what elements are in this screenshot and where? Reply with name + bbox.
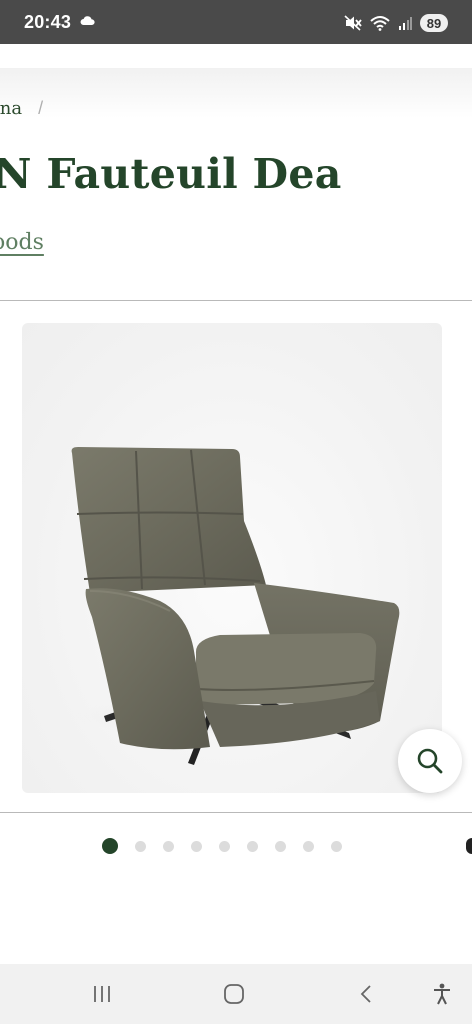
- search-icon: [417, 748, 443, 774]
- brand-link[interactable]: oods: [0, 230, 44, 255]
- product-image-gallery[interactable]: [0, 301, 472, 812]
- pagination-dot[interactable]: [135, 840, 146, 852]
- pagination-dot[interactable]: [331, 840, 342, 852]
- mute-icon: [344, 15, 362, 31]
- pagination-dot[interactable]: [247, 840, 258, 852]
- accessibility-button[interactable]: [427, 980, 457, 1008]
- pagination-dot-active[interactable]: [102, 838, 118, 854]
- breadcrumb-separator: /: [38, 98, 44, 118]
- browser-top-area: [0, 44, 472, 68]
- divider: [0, 812, 472, 813]
- armchair-image: [71, 447, 400, 765]
- recent-apps-button[interactable]: [87, 980, 117, 1008]
- status-time: 20:43: [24, 12, 72, 32]
- wifi-icon: [370, 16, 390, 31]
- back-button[interactable]: [351, 980, 381, 1008]
- product-title: N Fauteuil Dea: [0, 150, 342, 198]
- pagination-dot[interactable]: [219, 840, 230, 852]
- signal-icon: [399, 17, 412, 30]
- home-icon: [224, 984, 244, 1004]
- breadcrumb: ina /: [0, 98, 43, 119]
- breadcrumb-item[interactable]: ina: [0, 98, 22, 119]
- recent-apps-icon: [94, 986, 110, 1002]
- search-button[interactable]: [398, 729, 462, 793]
- cloud-icon: [80, 16, 95, 25]
- header-shadow: [0, 68, 472, 118]
- next-arrow-edge[interactable]: [466, 838, 472, 854]
- pagination-dot[interactable]: [303, 840, 314, 852]
- accessibility-icon: [434, 983, 450, 1005]
- pagination-dot[interactable]: [163, 840, 174, 852]
- status-bar: 20:43 89: [0, 0, 472, 44]
- status-icons: 89: [344, 13, 448, 33]
- pagination-dot[interactable]: [191, 840, 202, 852]
- pagination-dot[interactable]: [275, 840, 286, 852]
- battery-indicator: 89: [420, 14, 448, 32]
- home-button[interactable]: [219, 980, 249, 1008]
- gallery-pagination: [102, 838, 342, 854]
- back-icon: [360, 985, 371, 1003]
- android-navigation-bar: [0, 964, 472, 1024]
